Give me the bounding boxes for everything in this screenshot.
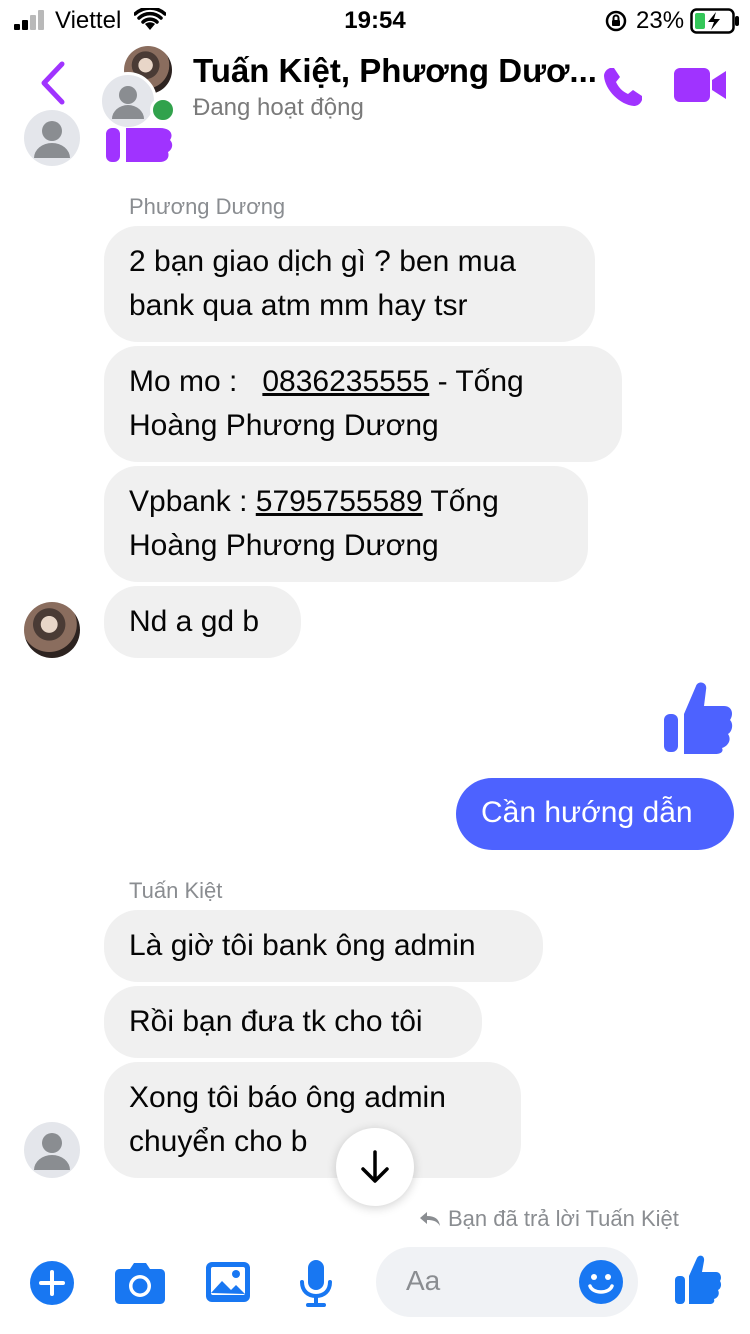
message-input[interactable]: Aa (376, 1247, 638, 1317)
message-bubble[interactable]: 2 bạn giao dịch gì ? ben mua bank qua at… (104, 226, 595, 342)
participant-avatar-placeholder[interactable] (24, 1122, 80, 1178)
status-bar: Viettel 19:54 23% (0, 0, 750, 40)
gallery-icon[interactable] (205, 1261, 251, 1303)
person-icon (34, 121, 70, 158)
microphone-icon[interactable] (298, 1258, 334, 1308)
participant-avatar-placeholder[interactable] (24, 110, 80, 166)
group-avatar-placeholder[interactable] (99, 72, 157, 130)
battery-icon (690, 8, 739, 34)
message-bubble[interactable]: Mo mo : 0836235555 - Tống Hoàng Phương D… (104, 346, 622, 462)
battery-percent: 23% (636, 7, 685, 34)
video-call-icon[interactable] (672, 64, 728, 106)
message-text: Rồi bạn đưa tk cho tôi (129, 1005, 423, 1038)
message-bubble[interactable]: Vpbank : 5795755589 Tống Hoàng Phương Dư… (104, 466, 588, 582)
active-status: Đang hoạt động (193, 94, 364, 121)
conversation-title[interactable]: Tuấn Kiệt, Phương Dươ... (193, 52, 597, 90)
message-text: bank qua atm mm hay tsr (129, 289, 468, 322)
message-text: Nd a gd b (129, 605, 260, 638)
person-icon (34, 1133, 70, 1170)
message-text: chuyển cho b (129, 1125, 308, 1158)
sender-avatar-photo[interactable] (24, 602, 80, 658)
message-bubble[interactable]: Rồi bạn đưa tk cho tôi (104, 986, 482, 1058)
thumbs-up-send-icon[interactable] (674, 1254, 722, 1306)
phone-number-link[interactable]: 0836235555 (262, 365, 429, 398)
reply-arrow-icon (420, 1212, 440, 1226)
message-text: Cần hướng dẫn (481, 796, 693, 829)
scroll-to-bottom-button[interactable] (336, 1128, 414, 1206)
thumbs-up-sticker-partial-icon (106, 128, 173, 162)
thumbs-up-sticker-icon (664, 682, 733, 754)
outgoing-message-bubble[interactable]: Cần hướng dẫn (456, 778, 734, 850)
back-arrow-icon[interactable] (34, 58, 74, 108)
message-text: - Tống (429, 365, 524, 398)
reply-note: Bạn đã trả lời Tuấn Kiệt (418, 1206, 679, 1232)
message-text: 2 bạn giao dịch gì ? ben mua (129, 245, 516, 278)
message-text: Là giờ tôi bank ông admin (129, 929, 476, 962)
online-status-dot (150, 97, 176, 123)
chat-header: Tuấn Kiệt, Phương Dươ... Đang hoạt động (0, 40, 750, 130)
message-bubble[interactable]: Là giờ tôi bank ông admin (104, 910, 543, 982)
sender-name: Tuấn Kiệt (129, 878, 223, 903)
message-text: Mo mo : (129, 365, 238, 398)
sender-name: Phương Dương (129, 194, 286, 219)
person-icon (112, 86, 144, 119)
message-text: Hoàng Phương Dương (129, 409, 439, 442)
reply-note-text: Bạn đã trả lời Tuấn Kiệt (448, 1206, 679, 1231)
emoji-icon[interactable] (578, 1259, 624, 1305)
account-number-link[interactable]: 5795755589 (256, 485, 423, 518)
message-input-placeholder: Aa (406, 1265, 441, 1296)
orientation-lock-icon (605, 10, 627, 32)
arrow-down-icon (361, 1150, 389, 1183)
message-text: Hoàng Phương Dương (129, 529, 439, 562)
message-bubble[interactable]: Nd a gd b (104, 586, 301, 658)
plus-icon[interactable] (29, 1260, 75, 1306)
camera-icon[interactable] (114, 1261, 166, 1305)
phone-call-icon[interactable] (600, 62, 648, 110)
message-bubble[interactable]: Xong tôi báo ông admin chuyển cho b (104, 1062, 521, 1178)
message-text: Xong tôi báo ông admin (129, 1081, 446, 1114)
composer-bar: Aa (0, 1230, 750, 1334)
message-text: Vpbank : (129, 485, 248, 518)
message-text: Tống (422, 485, 499, 518)
